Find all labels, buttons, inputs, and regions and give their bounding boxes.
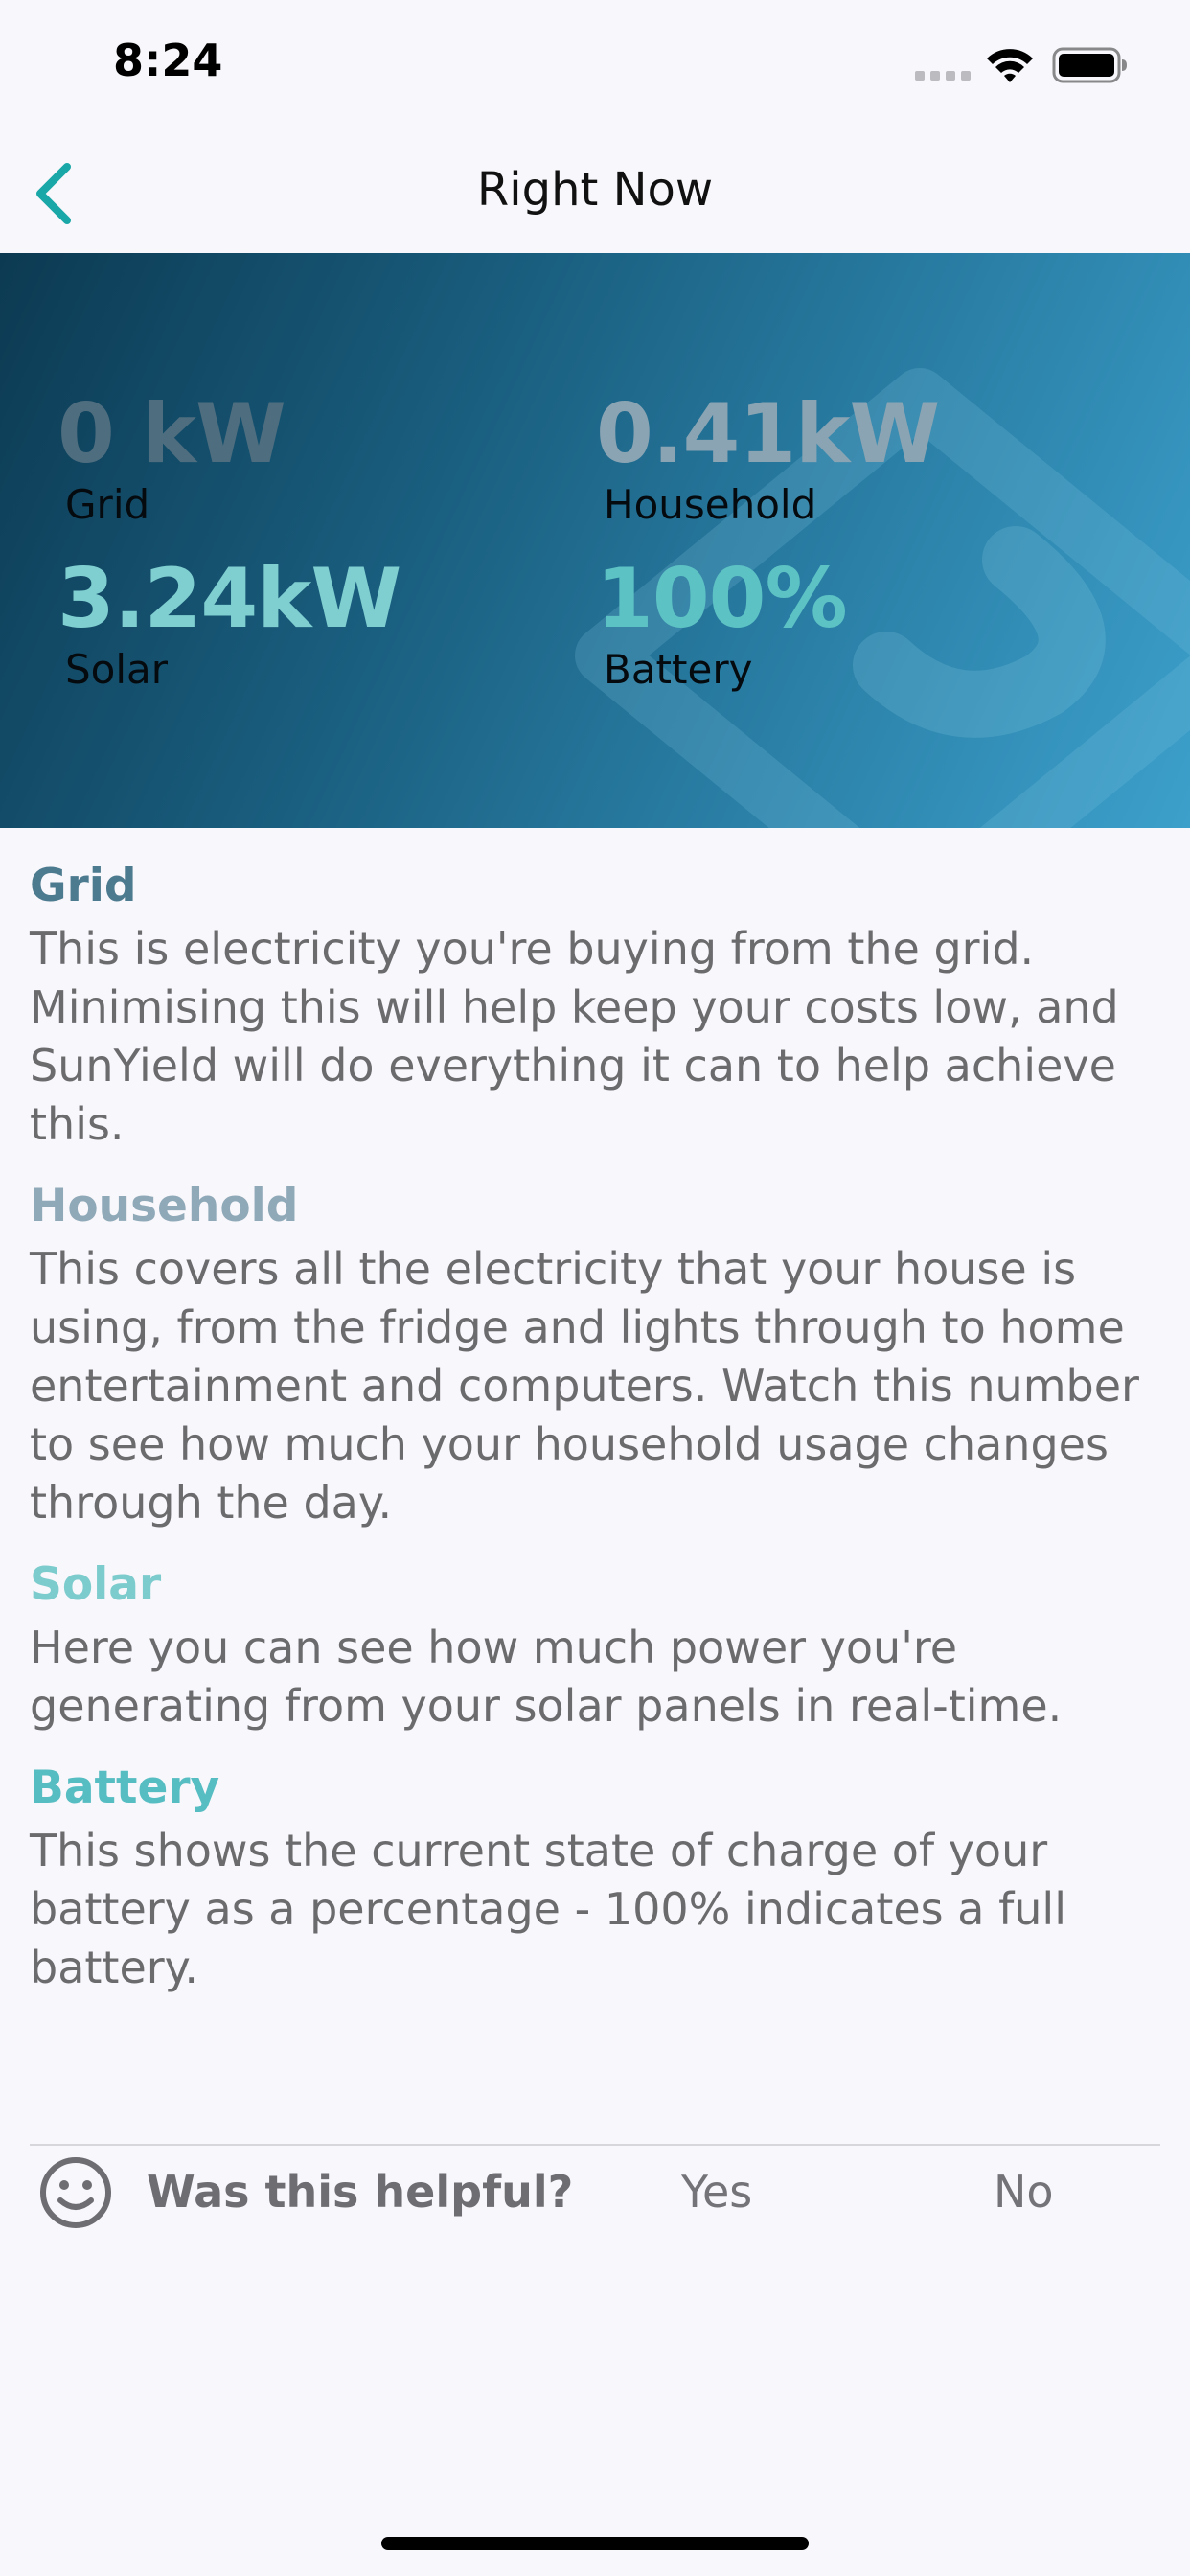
section-body-solar: Here you can see how much power you're g… [30,1622,1063,1732]
solar-label: Solar [65,646,169,693]
battery-metric: 100% Battery [596,551,848,693]
status-time: 8:24 [113,34,223,86]
section-title-battery: Battery [30,1761,220,1814]
divider [30,2144,1160,2146]
feedback-row: Was this helpful? Yes No [30,2152,1160,2233]
grid-metric: 0 kW Grid [57,393,286,528]
page-title: Right Now [476,163,714,217]
navigation-bar: Right Now [0,134,1190,253]
battery-label: Battery [604,646,753,693]
solar-metric: 3.24kW Solar [57,551,401,693]
grid-label: Grid [65,481,150,528]
feedback-question: Was this helpful? [147,2166,574,2218]
section-title-grid: Grid [30,860,137,912]
help-content: Grid This is electricity you're buying f… [30,853,1160,2016]
smiley-icon [40,2157,111,2228]
household-metric: 0.41kW Household [596,386,940,528]
section-title-household: Household [30,1180,299,1232]
wifi-icon [987,49,1033,82]
status-bar: 8:24 [0,0,1190,134]
section-body-household: This covers all the electricity that you… [30,1243,1139,1529]
brand-watermark [575,368,1190,828]
signal-icon [915,71,971,80]
section-body-grid: This is electricity you're buying from t… [30,923,1119,1150]
energy-summary-panel: 0 kW Grid 0.41kW Household 3.24kW Solar … [0,253,1190,828]
no-button[interactable]: No [994,2166,1054,2218]
grid-value: 0 kW [57,386,286,482]
battery-icon [1052,47,1127,83]
section-title-solar: Solar [30,1558,162,1611]
solar-value: 3.24kW [57,551,401,647]
household-label: Household [604,481,817,528]
section-body-battery: This shows the current state of charge o… [30,1825,1066,1993]
home-indicator[interactable] [381,2537,809,2550]
yes-button[interactable]: Yes [681,2166,752,2218]
household-value: 0.41kW [596,386,940,482]
battery-value: 100% [596,551,848,647]
